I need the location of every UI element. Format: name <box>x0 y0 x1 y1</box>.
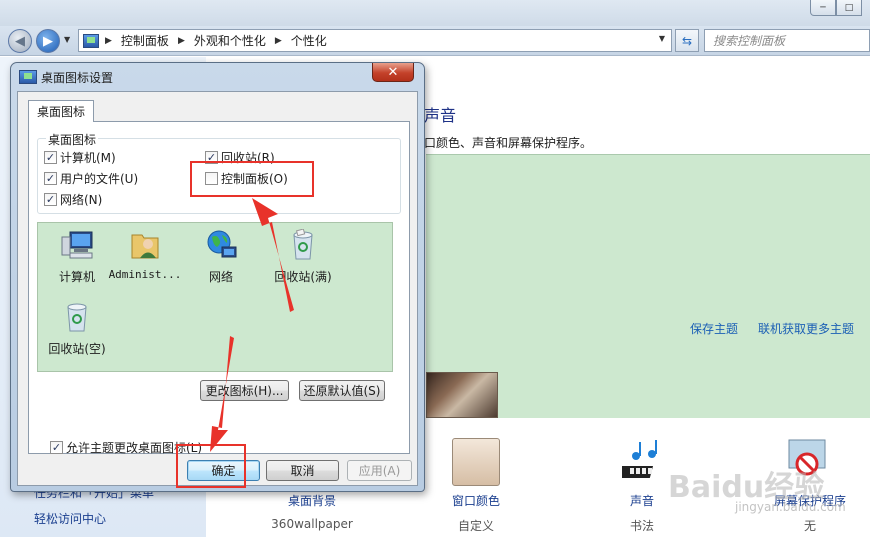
checkbox-label: 用户的文件(U) <box>60 172 139 186</box>
arrow-right-icon: ▶ <box>43 33 53 49</box>
desktop-background-label[interactable]: 桌面背景 <box>262 492 362 509</box>
desktop-icon-recycle-bin-empty[interactable]: 回收站(空) <box>40 301 114 357</box>
icon-label: 回收站(满) <box>274 270 332 284</box>
computer-icon <box>61 231 93 259</box>
checkbox-checked-icon[interactable]: ✓ <box>44 172 57 185</box>
desktop-icon-network[interactable]: 网络 <box>184 229 258 285</box>
search-input[interactable]: 搜索控制面板 <box>704 29 870 52</box>
checkbox-checked-icon[interactable]: ✓ <box>50 441 63 454</box>
sound-value: 书法 <box>629 519 654 533</box>
forward-button[interactable]: ▶ <box>36 29 60 53</box>
maximize-button[interactable]: □ <box>836 0 862 16</box>
chevron-down-icon[interactable]: ▼ <box>659 34 665 43</box>
icon-label: Administ... <box>108 268 182 281</box>
navigation-bar: ◀ ▶ ▼ ▶ 控制面板 ▶ 外观和个性化 ▶ 个性化 ▼ ⇆ 搜索控制面板 <box>0 26 870 56</box>
window-titlebar <box>0 0 870 26</box>
left-link-ease-of-access[interactable]: 轻松访问中心 <box>34 510 106 527</box>
refresh-icon: ⇆ <box>681 33 693 48</box>
window-color-value: 自定义 <box>457 519 494 533</box>
highlight-box-control-panel <box>190 161 314 197</box>
cancel-button[interactable]: 取消 <box>266 460 339 481</box>
breadcrumb-appearance[interactable]: 外观和个性化 <box>194 32 266 49</box>
baidu-watermark-url: jingyan.baidu.com <box>735 500 846 514</box>
window-color-label[interactable]: 窗口颜色 <box>436 492 516 509</box>
sound-icon[interactable] <box>622 440 666 484</box>
window-color-swatch-icon[interactable] <box>452 438 500 486</box>
desktop-background-item[interactable]: 桌面背景 360wallpaper <box>262 492 362 531</box>
desktop-icon-list[interactable]: 计算机 Administ... 网络 回收站(满) 回收站(空) <box>37 222 393 372</box>
get-more-themes-link[interactable]: 联机获取更多主题 <box>758 320 854 337</box>
theme-thumbnail[interactable] <box>426 372 498 418</box>
change-icon-button[interactable]: 更改图标(H)... <box>200 380 289 401</box>
desktop-background-value: 360wallpaper <box>271 517 353 531</box>
icon-label: 计算机 <box>58 270 95 284</box>
control-panel-icon <box>83 33 99 48</box>
group-title: 桌面图标 <box>46 131 99 148</box>
network-checkbox[interactable]: ✓ 网络(N) <box>44 191 102 208</box>
user-folder-icon <box>131 234 159 259</box>
minimize-button[interactable]: ─ <box>810 0 836 16</box>
chevron-right-icon[interactable]: ▶ <box>178 36 185 46</box>
computer-checkbox[interactable]: ✓ 计算机(M) <box>44 149 116 166</box>
close-button[interactable]: ✕ <box>372 63 414 82</box>
chevron-right-icon[interactable]: ▶ <box>275 36 282 46</box>
recycle-bin-full-icon <box>293 228 313 260</box>
save-theme-link[interactable]: 保存主题 <box>690 320 738 337</box>
checkbox-label: 计算机(M) <box>60 151 116 165</box>
network-globe-icon <box>207 230 237 258</box>
window-controls: ─ □ <box>810 0 862 16</box>
desktop-icon-settings-dialog: 桌面图标设置 ✕ 桌面图标 桌面图标 ✓ 计算机(M) ✓ 用户的文件(U) ✓… <box>10 62 425 492</box>
icon-label: 回收站(空) <box>48 342 106 356</box>
address-bar[interactable]: ▶ 控制面板 ▶ 外观和个性化 ▶ 个性化 ▼ <box>78 29 672 52</box>
user-files-checkbox[interactable]: ✓ 用户的文件(U) <box>44 170 138 187</box>
back-button[interactable]: ◀ <box>8 29 32 53</box>
page-heading: 声音 <box>424 106 457 125</box>
desktop-icon-recycle-bin-full[interactable]: 回收站(满) <box>266 228 340 285</box>
apply-button[interactable]: 应用(A) <box>347 460 412 481</box>
desktop-icon-computer[interactable]: 计算机 <box>40 229 114 285</box>
chevron-right-icon[interactable]: ▶ <box>105 36 112 46</box>
checkbox-label: 网络(N) <box>60 193 103 207</box>
checkbox-checked-icon[interactable]: ✓ <box>44 151 57 164</box>
refresh-button[interactable]: ⇆ <box>675 29 699 52</box>
desktop-icon-user-files[interactable]: Administ... <box>108 229 182 281</box>
window-color-item[interactable]: 窗口颜色 自定义 <box>436 492 516 534</box>
tab-desktop-icons[interactable]: 桌面图标 <box>28 100 94 122</box>
screen-saver-value: 无 <box>803 519 816 533</box>
search-placeholder: 搜索控制面板 <box>713 34 786 48</box>
dialog-title: 桌面图标设置 <box>41 71 114 85</box>
breadcrumb-control-panel[interactable]: 控制面板 <box>121 32 169 49</box>
checkbox-checked-icon[interactable]: ✓ <box>44 193 57 206</box>
arrow-left-icon: ◀ <box>15 33 25 49</box>
icon-label: 网络 <box>208 270 233 284</box>
highlight-box-ok <box>176 444 246 488</box>
recent-pages-dropdown-icon[interactable]: ▼ <box>64 35 70 44</box>
control-panel-icon <box>19 70 37 84</box>
dialog-body: 桌面图标 桌面图标 ✓ 计算机(M) ✓ 用户的文件(U) ✓ 网络(N) ✓ <box>17 91 418 486</box>
recycle-bin-empty-icon <box>67 303 87 332</box>
restore-default-button[interactable]: 还原默认值(S) <box>299 380 385 401</box>
page-subtitle: 口颜色、声音和屏幕保护程序。 <box>424 136 593 150</box>
breadcrumb-personalization[interactable]: 个性化 <box>291 32 327 49</box>
